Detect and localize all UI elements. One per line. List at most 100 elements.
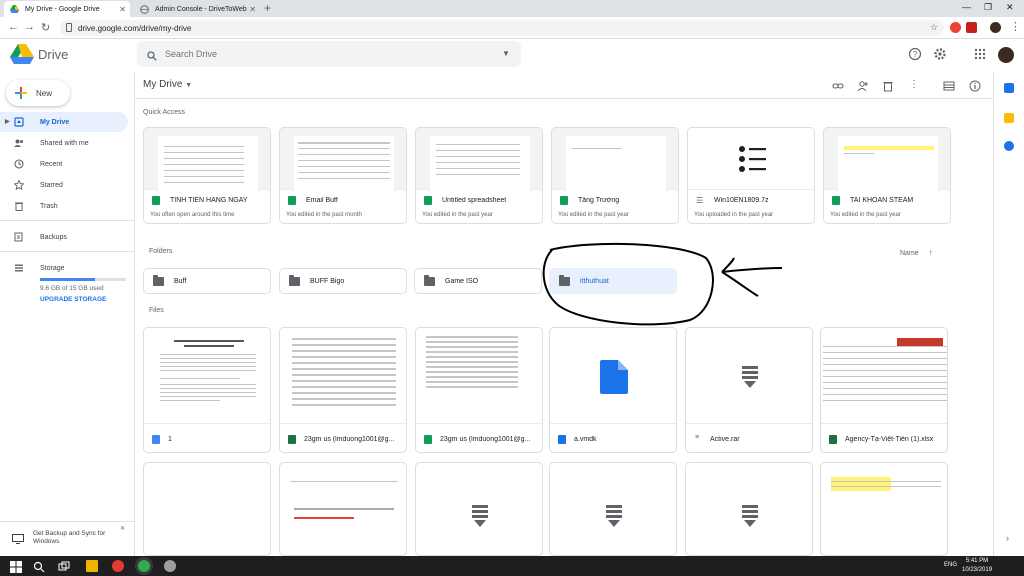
expand-icon[interactable]: ▶ bbox=[5, 118, 10, 125]
avatar[interactable] bbox=[998, 47, 1014, 63]
sheet-preview bbox=[430, 136, 530, 190]
quick-access-card[interactable]: ☰ Win10EN1809.7z You uploaded in the pas… bbox=[687, 127, 815, 224]
new-button[interactable]: New bbox=[6, 80, 70, 106]
more-vert-icon[interactable]: ⋮ bbox=[909, 79, 921, 91]
drive-logo-icon[interactable] bbox=[10, 44, 34, 64]
restore-icon[interactable]: ❐ bbox=[984, 2, 992, 13]
file-thumbnail bbox=[824, 128, 950, 190]
apps-grid-icon[interactable] bbox=[973, 47, 987, 61]
keep-icon[interactable] bbox=[1004, 113, 1014, 123]
search-icon[interactable] bbox=[147, 48, 157, 61]
forward-icon[interactable]: → bbox=[24, 21, 35, 33]
trash-icon[interactable] bbox=[882, 79, 894, 92]
page-title[interactable]: My Drive ▼ bbox=[143, 79, 192, 90]
file-card[interactable]: a.vmdk bbox=[549, 327, 677, 453]
file-activity: You often open around this time bbox=[150, 212, 235, 218]
file-card[interactable]: 1 bbox=[143, 327, 271, 453]
sidebar-item-label: Starred bbox=[40, 181, 63, 189]
quick-access-card[interactable]: TAI KHOAN STEAM You edited in the past y… bbox=[823, 127, 951, 224]
archive-icon bbox=[606, 505, 622, 527]
file-thumbnail bbox=[550, 328, 676, 424]
file-card[interactable]: ≡ Active.rar bbox=[685, 327, 813, 453]
url-field[interactable]: drive.google.com/drive/my-drive ☆ bbox=[60, 20, 944, 36]
language-indicator[interactable]: ENG bbox=[944, 562, 957, 568]
file-card[interactable] bbox=[685, 462, 813, 556]
file-card[interactable] bbox=[820, 462, 948, 556]
search-icon[interactable] bbox=[33, 560, 45, 573]
file-card[interactable] bbox=[279, 462, 407, 556]
file-card[interactable] bbox=[549, 462, 677, 556]
sidebar-item-my-drive[interactable]: ▶ My Drive bbox=[0, 112, 128, 132]
backup-promo[interactable]: Get Backup and Sync for Windows ✕ bbox=[0, 521, 134, 554]
tasks-icon[interactable] bbox=[1004, 141, 1014, 151]
minimize-icon[interactable]: — bbox=[962, 2, 971, 12]
link-icon[interactable] bbox=[832, 79, 844, 91]
quick-access-card[interactable]: Untitled spreadsheet You edited in the p… bbox=[415, 127, 543, 224]
sidebar-item-starred[interactable]: Starred bbox=[0, 175, 128, 195]
sidebar-item-storage[interactable]: Storage bbox=[0, 258, 128, 278]
extension-icon[interactable] bbox=[950, 22, 961, 33]
drive-header: Drive ▼ ? bbox=[0, 39, 1014, 71]
settings-gear-icon[interactable] bbox=[933, 47, 947, 61]
sidebar-item-backups[interactable]: Backups bbox=[0, 227, 128, 247]
close-window-icon[interactable]: ✕ bbox=[1006, 2, 1014, 13]
file-card[interactable]: 23gm us (lmduong1001@g... bbox=[415, 327, 543, 453]
profile-icon[interactable] bbox=[990, 22, 1001, 33]
bookmark-star-icon[interactable]: ☆ bbox=[930, 22, 938, 33]
sidebar-item-shared[interactable]: Shared with me bbox=[0, 133, 128, 153]
chevron-right-icon[interactable]: › bbox=[1006, 533, 1009, 543]
search-box[interactable]: ▼ bbox=[137, 41, 521, 67]
windows-start-icon[interactable] bbox=[10, 560, 22, 573]
search-input[interactable] bbox=[165, 45, 485, 63]
file-card[interactable] bbox=[415, 462, 543, 556]
chevron-down-icon: ▼ bbox=[185, 82, 193, 89]
chrome-icon[interactable] bbox=[138, 560, 150, 572]
quick-access-card[interactable]: Tăng Trưởng You edited in the past year bbox=[551, 127, 679, 224]
folder-item-selected[interactable]: itthuthuat bbox=[549, 268, 677, 294]
archive-icon: ☰ bbox=[696, 196, 704, 205]
file-explorer-icon[interactable] bbox=[86, 560, 98, 572]
new-label: New bbox=[36, 88, 53, 98]
add-person-icon[interactable] bbox=[857, 79, 869, 92]
browser-menu-icon[interactable]: ⋮ bbox=[1010, 20, 1021, 33]
file-name: Agency-Tạ-Việt-Tiến (1).xlsx bbox=[845, 436, 934, 443]
folder-item[interactable]: Buff bbox=[143, 268, 271, 294]
close-tab-icon[interactable]: ✕ bbox=[249, 5, 256, 14]
tab-my-drive[interactable]: My Drive - Google Drive ✕ bbox=[4, 1, 130, 17]
folder-icon bbox=[153, 275, 164, 286]
app-icon[interactable] bbox=[164, 560, 176, 572]
tab-admin-console[interactable]: Admin Console - DriveToWeb ✕ bbox=[134, 1, 260, 17]
reload-icon[interactable]: ↻ bbox=[41, 21, 50, 34]
folder-item[interactable]: Game ISO bbox=[414, 268, 542, 294]
sheet-preview bbox=[294, 136, 394, 190]
folder-item[interactable]: BUFF Bigo bbox=[279, 268, 407, 294]
info-icon[interactable] bbox=[969, 79, 981, 92]
calendar-icon[interactable] bbox=[1004, 83, 1014, 93]
folder-name: itthuthuat bbox=[580, 277, 609, 285]
quick-access-card[interactable]: TINH TIEN HANG NGAY You often open aroun… bbox=[143, 127, 271, 224]
list-view-icon[interactable] bbox=[943, 79, 955, 91]
globe-icon bbox=[140, 4, 149, 14]
file-card[interactable]: 23gm us (lmduong1001@g... bbox=[279, 327, 407, 453]
extension-icon[interactable] bbox=[966, 22, 977, 33]
close-icon[interactable]: ✕ bbox=[120, 525, 125, 532]
sort-name-button[interactable]: Name ↑ bbox=[900, 248, 933, 257]
sidebar-item-trash[interactable]: Trash bbox=[0, 196, 128, 216]
app-icon[interactable] bbox=[112, 560, 124, 572]
sidebar-item-recent[interactable]: Recent bbox=[0, 154, 128, 174]
task-view-icon[interactable] bbox=[58, 560, 70, 572]
help-icon[interactable]: ? bbox=[908, 47, 922, 61]
search-options-icon[interactable]: ▼ bbox=[502, 49, 510, 58]
back-icon[interactable]: ← bbox=[8, 21, 19, 33]
archive-icon bbox=[742, 505, 758, 527]
file-card[interactable]: Agency-Tạ-Việt-Tiến (1).xlsx bbox=[820, 327, 948, 453]
file-card[interactable] bbox=[143, 462, 271, 556]
plus-icon bbox=[14, 86, 28, 100]
clock[interactable]: 5:41 PM 10/23/2019 bbox=[962, 557, 992, 575]
drive-toolbar: My Drive ▼ ⋮ bbox=[135, 71, 993, 99]
upgrade-storage-link[interactable]: UPGRADE STORAGE bbox=[40, 296, 106, 303]
close-tab-icon[interactable]: ✕ bbox=[119, 5, 126, 14]
sidebar-item-label: Recent bbox=[40, 160, 63, 168]
quick-access-card[interactable]: Email Buff You edited in the past month bbox=[279, 127, 407, 224]
new-tab-icon[interactable]: + bbox=[264, 1, 271, 15]
